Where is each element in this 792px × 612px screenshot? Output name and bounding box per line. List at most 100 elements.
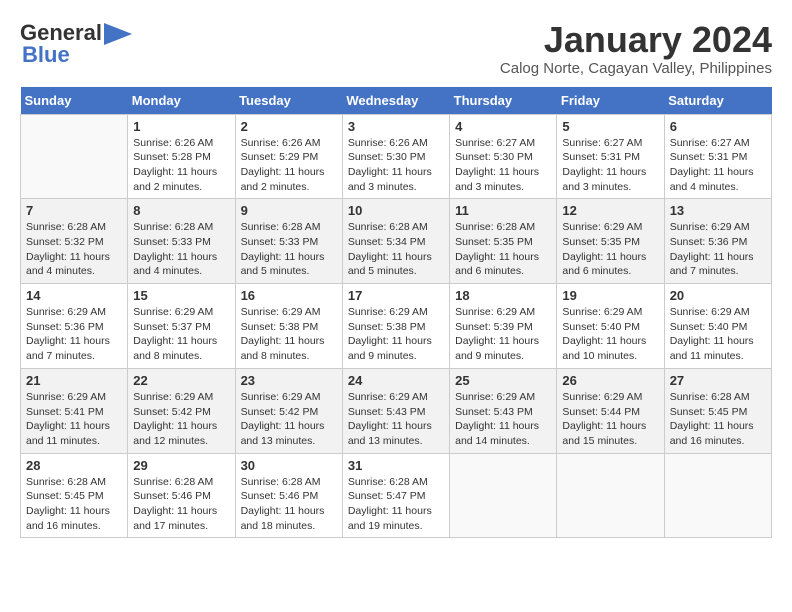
calendar-cell: 25Sunrise: 6:29 AMSunset: 5:43 PMDayligh…	[450, 368, 557, 453]
weekday-header-thursday: Thursday	[450, 87, 557, 115]
day-number: 14	[26, 288, 122, 303]
day-number: 29	[133, 458, 229, 473]
day-number: 8	[133, 203, 229, 218]
logo: General Blue	[20, 20, 132, 68]
day-info: Sunrise: 6:29 AMSunset: 5:37 PMDaylight:…	[133, 305, 229, 364]
day-info: Sunrise: 6:26 AMSunset: 5:30 PMDaylight:…	[348, 136, 444, 195]
day-info: Sunrise: 6:29 AMSunset: 5:40 PMDaylight:…	[562, 305, 658, 364]
calendar-cell: 2Sunrise: 6:26 AMSunset: 5:29 PMDaylight…	[235, 114, 342, 199]
day-info: Sunrise: 6:28 AMSunset: 5:46 PMDaylight:…	[241, 475, 337, 534]
calendar-cell: 6 Sunrise: 6:27 AMSunset: 5:31 PMDaylight…	[664, 114, 771, 199]
day-number: 19	[562, 288, 658, 303]
calendar-week-5: 28 Sunrise: 6:28 AMSunset: 5:45 PMDayligh…	[21, 453, 772, 538]
day-number: 23	[241, 373, 337, 388]
calendar-cell: 7 Sunrise: 6:28 AMSunset: 5:32 PMDaylight…	[21, 199, 128, 284]
calendar-cell: 24 Sunrise: 6:29 AMSunset: 5:43 PMDayligh…	[342, 368, 449, 453]
calendar-week-3: 14 Sunrise: 6:29 AMSunset: 5:36 PMDayligh…	[21, 284, 772, 369]
weekday-header-wednesday: Wednesday	[342, 87, 449, 115]
day-info: Sunrise: 6:28 AMSunset: 5:33 PMDaylight:…	[133, 220, 229, 279]
day-info: Sunrise: 6:27 AMSunset: 5:31 PMDaylight:…	[670, 136, 766, 195]
calendar-cell	[557, 453, 664, 538]
calendar-cell: 14 Sunrise: 6:29 AMSunset: 5:36 PMDayligh…	[21, 284, 128, 369]
calendar-cell: 23 Sunrise: 6:29 AMSunset: 5:42 PMDayligh…	[235, 368, 342, 453]
day-info: Sunrise: 6:27 AMSunset: 5:30 PMDaylight:…	[455, 136, 551, 195]
weekday-header-monday: Monday	[128, 87, 235, 115]
calendar-cell: 8 Sunrise: 6:28 AMSunset: 5:33 PMDaylight…	[128, 199, 235, 284]
day-number: 7	[26, 203, 122, 218]
calendar-week-4: 21 Sunrise: 6:29 AMSunset: 5:41 PMDayligh…	[21, 368, 772, 453]
day-info: Sunrise: 6:29 AMSunset: 5:42 PMDaylight:…	[241, 390, 337, 449]
weekday-header-tuesday: Tuesday	[235, 87, 342, 115]
day-info: Sunrise: 6:28 AMSunset: 5:33 PMDaylight:…	[241, 220, 337, 279]
calendar-cell: 13Sunrise: 6:29 AMSunset: 5:36 PMDayligh…	[664, 199, 771, 284]
day-info: Sunrise: 6:28 AMSunset: 5:32 PMDaylight:…	[26, 220, 122, 279]
calendar-cell	[21, 114, 128, 199]
day-number: 30	[241, 458, 337, 473]
calendar-cell: 28 Sunrise: 6:28 AMSunset: 5:45 PMDayligh…	[21, 453, 128, 538]
day-info: Sunrise: 6:28 AMSunset: 5:46 PMDaylight:…	[133, 475, 229, 534]
weekday-header-saturday: Saturday	[664, 87, 771, 115]
day-number: 12	[562, 203, 658, 218]
calendar-week-2: 7 Sunrise: 6:28 AMSunset: 5:32 PMDaylight…	[21, 199, 772, 284]
calendar-cell	[664, 453, 771, 538]
weekday-header-row: SundayMondayTuesdayWednesdayThursdayFrid…	[21, 87, 772, 115]
day-number: 26	[562, 373, 658, 388]
page-header: General Blue January 2024 Calog Norte, C…	[20, 20, 772, 77]
calendar-cell: 31Sunrise: 6:28 AMSunset: 5:47 PMDayligh…	[342, 453, 449, 538]
day-number: 20	[670, 288, 766, 303]
day-info: Sunrise: 6:29 AMSunset: 5:43 PMDaylight:…	[348, 390, 444, 449]
day-info: Sunrise: 6:29 AMSunset: 5:42 PMDaylight:…	[133, 390, 229, 449]
day-info: Sunrise: 6:29 AMSunset: 5:40 PMDaylight:…	[670, 305, 766, 364]
day-number: 10	[348, 203, 444, 218]
calendar-cell: 22Sunrise: 6:29 AMSunset: 5:42 PMDayligh…	[128, 368, 235, 453]
day-number: 6	[670, 119, 766, 134]
calendar-cell: 19 Sunrise: 6:29 AMSunset: 5:40 PMDayligh…	[557, 284, 664, 369]
day-info: Sunrise: 6:29 AMSunset: 5:41 PMDaylight:…	[26, 390, 122, 449]
calendar-cell: 17 Sunrise: 6:29 AMSunset: 5:38 PMDayligh…	[342, 284, 449, 369]
day-number: 27	[670, 373, 766, 388]
day-number: 2	[241, 119, 337, 134]
day-info: Sunrise: 6:26 AMSunset: 5:28 PMDaylight:…	[133, 136, 229, 195]
calendar-cell: 30 Sunrise: 6:28 AMSunset: 5:46 PMDayligh…	[235, 453, 342, 538]
calendar-cell: 3 Sunrise: 6:26 AMSunset: 5:30 PMDaylight…	[342, 114, 449, 199]
weekday-header-sunday: Sunday	[21, 87, 128, 115]
calendar-cell: 26 Sunrise: 6:29 AMSunset: 5:44 PMDayligh…	[557, 368, 664, 453]
day-number: 21	[26, 373, 122, 388]
day-info: Sunrise: 6:28 AMSunset: 5:45 PMDaylight:…	[26, 475, 122, 534]
day-number: 9	[241, 203, 337, 218]
day-number: 5	[562, 119, 658, 134]
calendar-cell: 4 Sunrise: 6:27 AMSunset: 5:30 PMDaylight…	[450, 114, 557, 199]
day-info: Sunrise: 6:29 AMSunset: 5:36 PMDaylight:…	[26, 305, 122, 364]
day-info: Sunrise: 6:28 AMSunset: 5:45 PMDaylight:…	[670, 390, 766, 449]
day-info: Sunrise: 6:28 AMSunset: 5:35 PMDaylight:…	[455, 220, 551, 279]
calendar-cell: 10Sunrise: 6:28 AMSunset: 5:34 PMDayligh…	[342, 199, 449, 284]
month-title: January 2024	[500, 20, 772, 60]
day-number: 4	[455, 119, 551, 134]
day-info: Sunrise: 6:29 AMSunset: 5:38 PMDaylight:…	[348, 305, 444, 364]
day-number: 15	[133, 288, 229, 303]
day-number: 17	[348, 288, 444, 303]
calendar-cell: 18Sunrise: 6:29 AMSunset: 5:39 PMDayligh…	[450, 284, 557, 369]
day-number: 13	[670, 203, 766, 218]
day-info: Sunrise: 6:27 AMSunset: 5:31 PMDaylight:…	[562, 136, 658, 195]
day-number: 3	[348, 119, 444, 134]
logo-blue: Blue	[20, 42, 70, 68]
calendar-cell	[450, 453, 557, 538]
weekday-header-friday: Friday	[557, 87, 664, 115]
calendar-table: SundayMondayTuesdayWednesdayThursdayFrid…	[20, 87, 772, 539]
day-number: 24	[348, 373, 444, 388]
day-number: 11	[455, 203, 551, 218]
day-number: 16	[241, 288, 337, 303]
title-area: January 2024 Calog Norte, Cagayan Valley…	[500, 20, 772, 77]
calendar-cell: 29 Sunrise: 6:28 AMSunset: 5:46 PMDayligh…	[128, 453, 235, 538]
calendar-cell: 12Sunrise: 6:29 AMSunset: 5:35 PMDayligh…	[557, 199, 664, 284]
day-info: Sunrise: 6:29 AMSunset: 5:39 PMDaylight:…	[455, 305, 551, 364]
day-number: 31	[348, 458, 444, 473]
calendar-cell: 16Sunrise: 6:29 AMSunset: 5:38 PMDayligh…	[235, 284, 342, 369]
calendar-cell: 15 Sunrise: 6:29 AMSunset: 5:37 PMDayligh…	[128, 284, 235, 369]
day-number: 25	[455, 373, 551, 388]
calendar-week-1: 1Sunrise: 6:26 AMSunset: 5:28 PMDaylight…	[21, 114, 772, 199]
day-info: Sunrise: 6:29 AMSunset: 5:44 PMDaylight:…	[562, 390, 658, 449]
logo-arrow-icon	[104, 23, 132, 45]
day-number: 28	[26, 458, 122, 473]
